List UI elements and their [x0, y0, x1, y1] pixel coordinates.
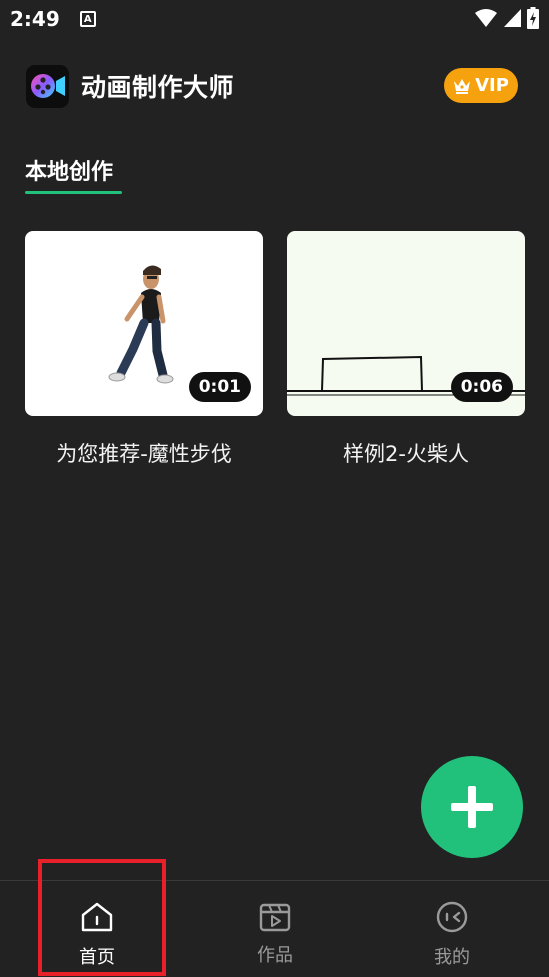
- profile-face-icon: [436, 901, 468, 933]
- app-header: 动画制作大师 VIP: [26, 64, 524, 108]
- nav-item-mine[interactable]: 我的: [387, 881, 517, 977]
- wifi-icon: [475, 9, 497, 27]
- status-icons: [475, 7, 539, 29]
- create-new-button[interactable]: [421, 756, 523, 858]
- status-bar: 2:49 A: [0, 0, 549, 38]
- nav-item-works[interactable]: 作品: [210, 881, 340, 977]
- plus-icon: [451, 786, 493, 828]
- project-card-1[interactable]: 0:01 为您推荐-魔性步伐: [25, 231, 263, 468]
- signal-icon: [504, 9, 521, 27]
- duration-badge: 0:01: [188, 372, 251, 402]
- card-caption: 为您推荐-魔性步伐: [56, 442, 232, 466]
- duration-badge: 0:06: [450, 372, 513, 402]
- card-caption: 样例2-火柴人: [343, 442, 469, 466]
- card-thumbnail[interactable]: 0:01: [25, 231, 263, 416]
- highlight-box: [38, 859, 166, 976]
- app-logo-icon: [26, 64, 69, 108]
- vip-label: VIP: [475, 75, 509, 96]
- vip-button[interactable]: VIP: [444, 68, 518, 103]
- clapperboard-icon: [259, 903, 291, 932]
- tab-local-creation[interactable]: 本地创作: [25, 154, 113, 186]
- notification-icon: A: [79, 11, 96, 27]
- battery-icon: [527, 7, 539, 29]
- nav-label-mine: 我的: [434, 947, 470, 968]
- nav-label-works: 作品: [257, 945, 293, 966]
- crown-icon: [454, 78, 471, 94]
- card-thumbnail[interactable]: 0:06: [287, 231, 525, 416]
- status-time: 2:49: [10, 7, 60, 31]
- tab-underline: [25, 191, 122, 194]
- project-card-2[interactable]: 0:06 样例2-火柴人: [287, 231, 525, 468]
- app-title: 动画制作大师: [81, 73, 235, 102]
